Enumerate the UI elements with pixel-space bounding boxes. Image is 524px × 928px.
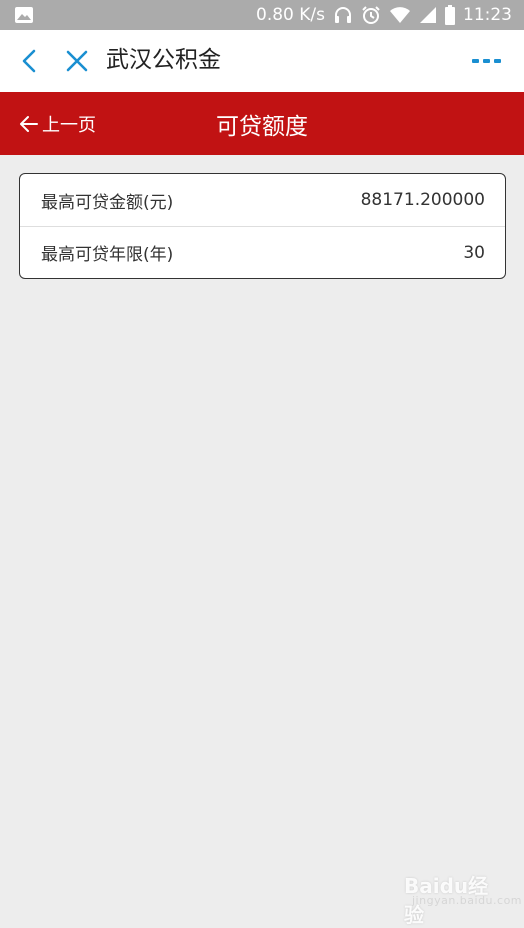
image-notification-icon <box>15 7 33 23</box>
clock-time: 11:23 <box>463 5 512 25</box>
baidu-watermark: Baidu经验 jingyan.baidu.com <box>404 870 522 927</box>
browser-header: 武汉公积金 <box>0 30 524 92</box>
prev-page-button[interactable]: 上一页 <box>19 92 96 155</box>
arrow-left-icon <box>20 115 38 132</box>
more-dots-icon[interactable] <box>472 56 502 66</box>
loan-info-card: 最高可贷金额(元) 88171.200000 最高可贷年限(年) 30 <box>19 173 506 279</box>
status-indicators: 0.80 K/s 11:23 <box>256 0 512 30</box>
info-row-max-amount: 最高可贷金额(元) 88171.200000 <box>20 174 505 226</box>
net-speed: 0.80 K/s <box>256 5 325 25</box>
chevron-left-icon[interactable] <box>17 48 43 74</box>
page-nav-bar: 上一页 可贷额度 <box>0 92 524 155</box>
alarm-icon <box>362 6 380 24</box>
row-label: 最高可贷金额(元) <box>41 192 174 213</box>
headphones-icon <box>335 7 351 23</box>
signal-icon <box>420 7 436 23</box>
row-value: 88171.200000 <box>360 190 485 210</box>
watermark-url: jingyan.baidu.com <box>412 894 523 907</box>
wifi-icon <box>390 7 410 23</box>
status-bar: 0.80 K/s 11:23 <box>0 0 524 30</box>
battery-icon <box>445 5 455 25</box>
info-row-max-years: 最高可贷年限(年) 30 <box>20 226 505 278</box>
prev-page-label: 上一页 <box>42 114 96 136</box>
close-icon[interactable] <box>64 48 90 74</box>
page-title: 武汉公积金 <box>106 47 221 73</box>
row-label: 最高可贷年限(年) <box>41 245 174 265</box>
row-value: 30 <box>463 242 485 263</box>
